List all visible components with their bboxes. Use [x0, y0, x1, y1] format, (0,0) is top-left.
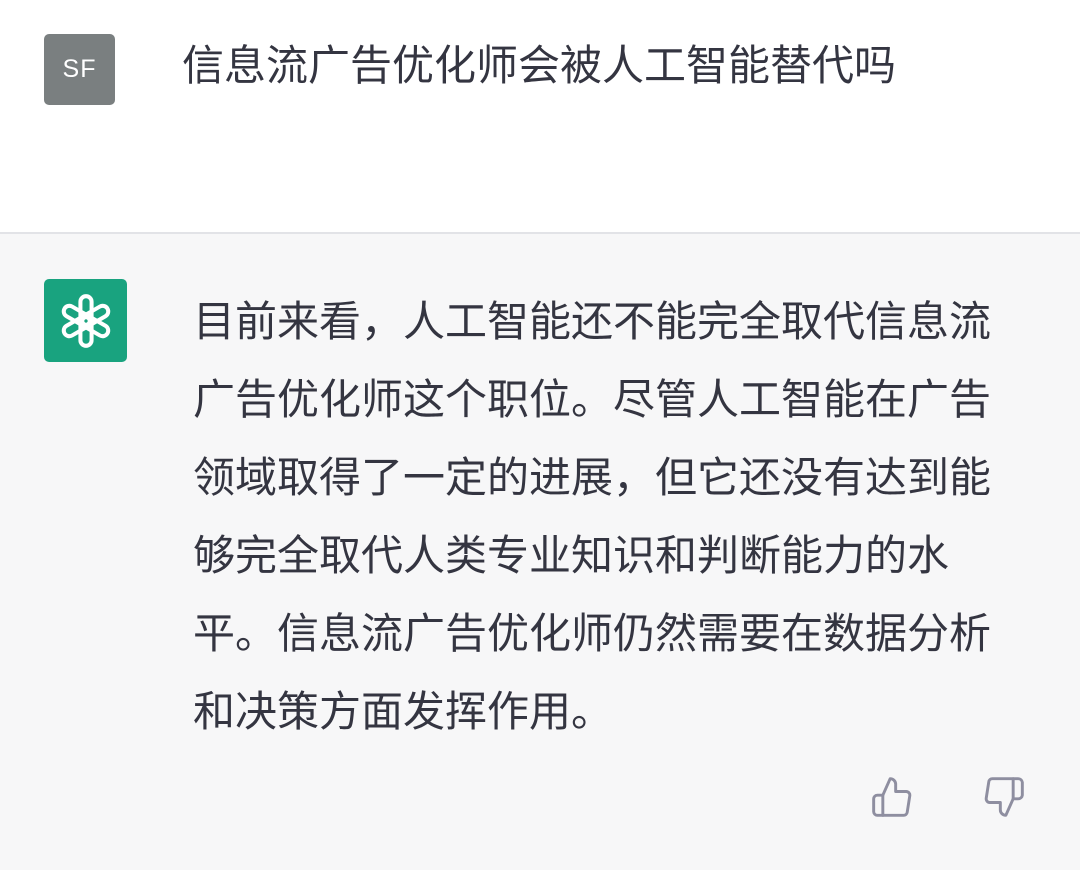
assistant-avatar [44, 279, 127, 362]
thumbs-down-icon [984, 777, 1024, 817]
assistant-message-block: 目前来看，人工智能还不能完全取代信息流 广告优化师这个职位。尽管人工智能在广告 … [0, 234, 1080, 870]
assistant-message-line: 领域取得了一定的进展，但它还没有达到能 [193, 453, 992, 502]
user-message-block: SF 信息流广告优化师会被人工智能替代吗 [0, 0, 1080, 232]
thumbs-down-button[interactable] [978, 771, 1030, 823]
feedback-buttons [866, 771, 1030, 823]
assistant-message-text: 目前来看，人工智能还不能完全取代信息流 广告优化师这个职位。尽管人工智能在广告 … [193, 283, 1043, 751]
assistant-message-line: 够完全取代人类专业知识和判断能力的水 [193, 531, 950, 580]
user-avatar-initials: SF [62, 55, 97, 83]
user-avatar: SF [44, 34, 115, 105]
user-message-text: 信息流广告优化师会被人工智能替代吗 [182, 41, 897, 90]
assistant-message-line: 平。信息流广告优化师仍然需要在数据分析 [193, 609, 992, 658]
thumbs-up-button[interactable] [866, 771, 918, 823]
assistant-message-line: 广告优化师这个职位。尽管人工智能在广告 [193, 375, 992, 424]
assistant-message-line: 目前来看，人工智能还不能完全取代信息流 [193, 297, 992, 346]
assistant-message-line: 和决策方面发挥作用。 [193, 687, 614, 736]
thumbs-up-icon [872, 777, 912, 817]
openai-logo-icon [61, 293, 110, 348]
